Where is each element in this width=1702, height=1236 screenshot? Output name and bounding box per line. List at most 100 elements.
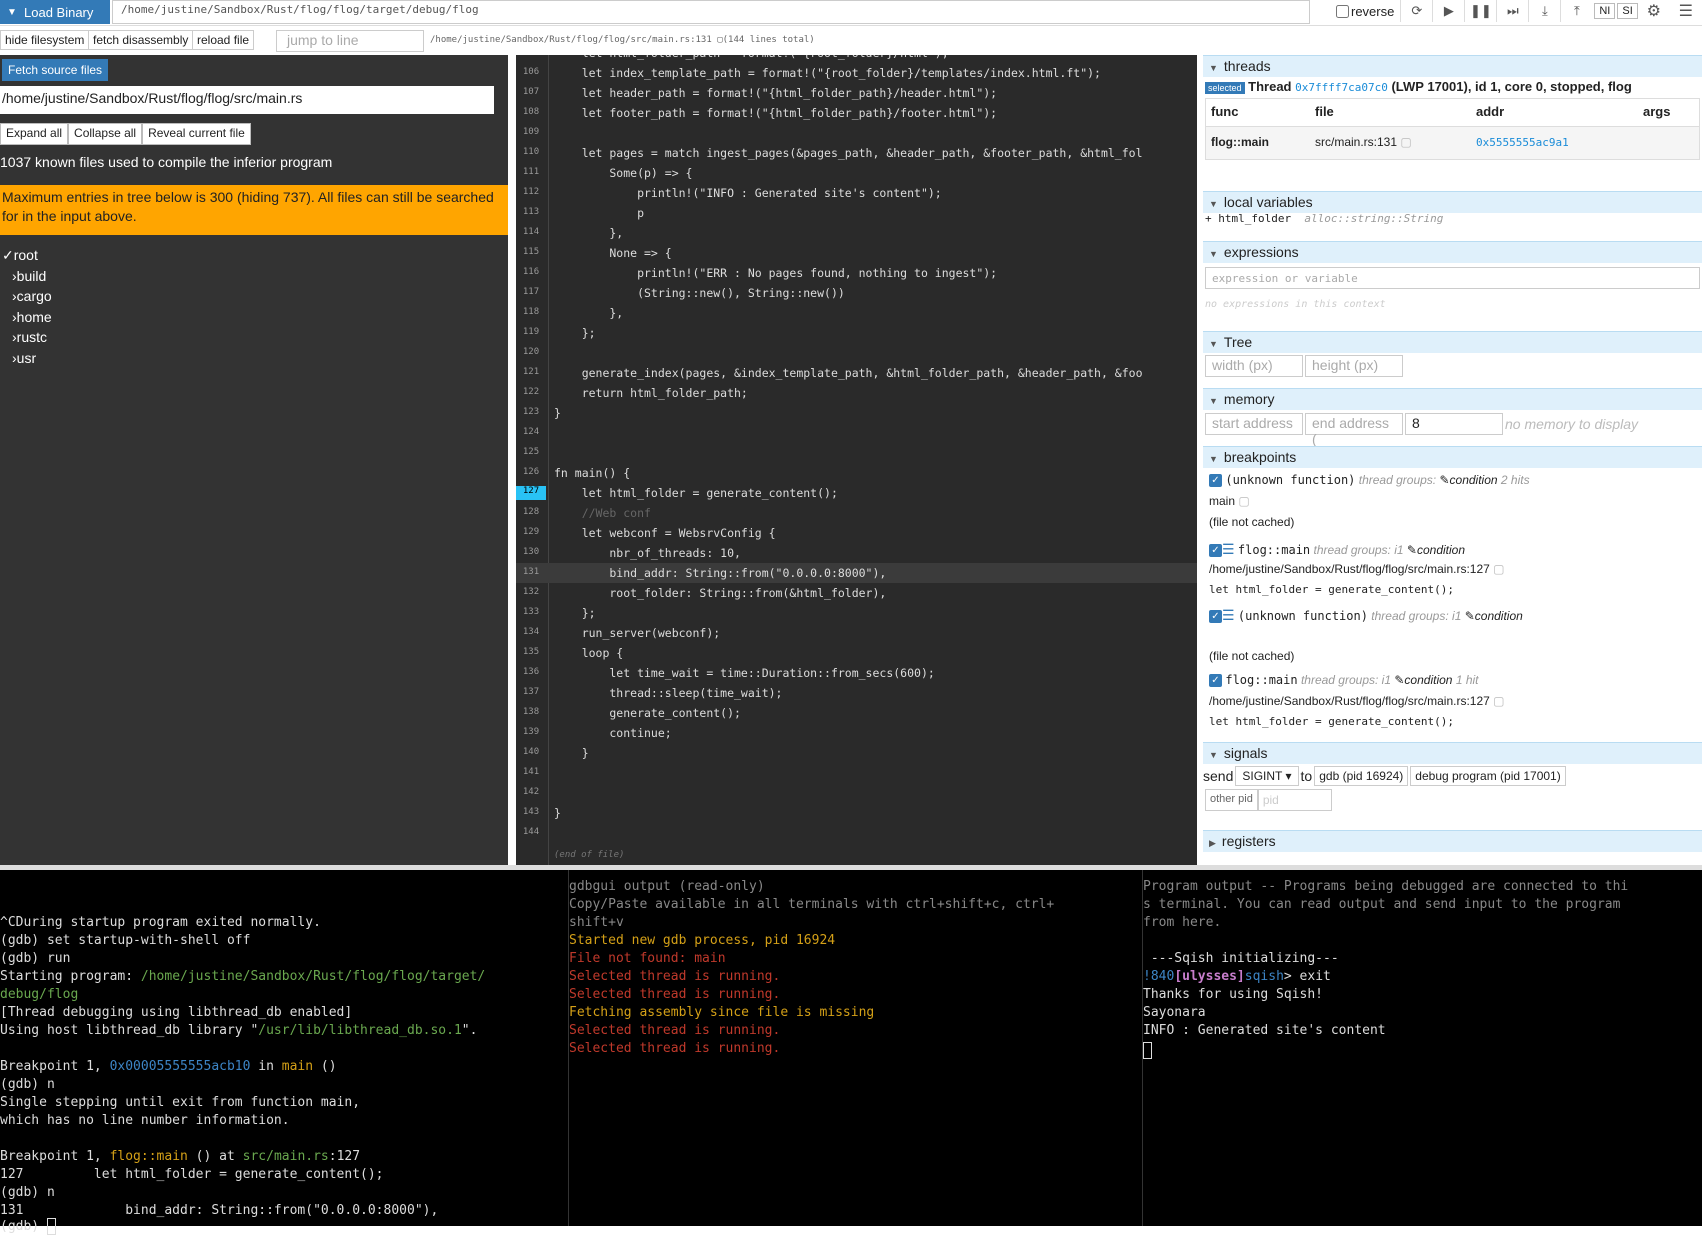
code-line[interactable]: 140 }: [516, 743, 1197, 763]
line-number[interactable]: 118: [516, 307, 546, 317]
code-line[interactable]: 119 };: [516, 323, 1197, 343]
thread-address[interactable]: 0x7ffff7ca07c0: [1295, 81, 1388, 94]
fetch-disassembly-button[interactable]: fetch disassembly: [88, 30, 194, 50]
program-output-terminal[interactable]: Program output -- Programs being debugge…: [1142, 870, 1702, 1226]
tree-width-input[interactable]: width (px): [1205, 355, 1303, 377]
line-number[interactable]: 122: [516, 387, 546, 397]
pause-icon[interactable]: ❚❚: [1464, 0, 1496, 22]
thread-row[interactable]: selected Thread 0x7ffff7ca07c0 (LWP 1700…: [1205, 79, 1632, 94]
caret-down-icon[interactable]: ▼: [0, 7, 24, 18]
code-line[interactable]: 126 fn main() {: [516, 463, 1197, 483]
code-line[interactable]: 128 //Web conf: [516, 503, 1197, 523]
code-line[interactable]: 113 p: [516, 203, 1197, 223]
copy-icon[interactable]: ▢: [1493, 694, 1504, 708]
frame-addr-link[interactable]: 0x5555555ac9a1: [1476, 136, 1569, 149]
line-number[interactable]: 136: [516, 667, 546, 677]
hide-filesystem-button[interactable]: hide filesystem: [0, 30, 90, 50]
breakpoint-item[interactable]: ✓ ☰ (unknown function) thread groups: i1 …: [1209, 607, 1523, 624]
line-number[interactable]: 128: [516, 507, 546, 517]
line-number[interactable]: 106: [516, 67, 546, 77]
breakpoint-condition[interactable]: condition: [1475, 609, 1523, 623]
breakpoint-item[interactable]: ✓ (unknown function) thread groups: ✎con…: [1209, 473, 1530, 488]
checkbox-checked-icon[interactable]: ✓: [1209, 674, 1222, 688]
jump-to-line-input[interactable]: jump to line: [276, 30, 424, 52]
code-line[interactable]: 105 let html_folder_path = format!("{roo…: [516, 55, 1197, 63]
frame-row[interactable]: flog::main src/main.rs:131 ▢ 0x5555555ac…: [1206, 127, 1699, 159]
step-out-icon[interactable]: ⤒: [1560, 0, 1592, 22]
code-line[interactable]: 139 continue;: [516, 723, 1197, 743]
code-line[interactable]: 143}: [516, 803, 1197, 823]
line-number[interactable]: 130: [516, 547, 546, 557]
tree-header[interactable]: ▼ Tree: [1203, 331, 1702, 353]
line-number[interactable]: 131: [516, 567, 546, 577]
line-number[interactable]: 142: [516, 787, 546, 797]
line-number[interactable]: 134: [516, 627, 546, 637]
reveal-current-file-button[interactable]: Reveal current file: [142, 123, 251, 145]
line-number[interactable]: 112: [516, 187, 546, 197]
tree-node[interactable]: ›usr: [0, 348, 52, 369]
registers-header[interactable]: ▶ registers: [1203, 830, 1702, 852]
line-number[interactable]: 125: [516, 447, 546, 457]
line-number[interactable]: 143: [516, 807, 546, 817]
code-line[interactable]: 115 None => {: [516, 243, 1197, 263]
collapse-all-button[interactable]: Collapse all: [68, 123, 143, 145]
line-number[interactable]: 124: [516, 427, 546, 437]
menu-icon[interactable]: ☰: [1670, 0, 1702, 22]
memory-end-input[interactable]: end address (: [1305, 413, 1403, 447]
source-file-search-input[interactable]: /home/justine/Sandbox/Rust/flog/flog/src…: [0, 86, 494, 114]
line-number[interactable]: 113: [516, 207, 546, 217]
code-line[interactable]: 137 thread::sleep(time_wait);: [516, 683, 1197, 703]
checkbox-checked-icon[interactable]: ✓: [1209, 610, 1222, 624]
breakpoint-condition[interactable]: condition: [1450, 473, 1498, 487]
tree-node[interactable]: ›cargo: [0, 286, 52, 307]
signals-header[interactable]: ▼ signals: [1203, 742, 1702, 764]
tree-node[interactable]: ›build: [0, 266, 52, 287]
line-number[interactable]: 119: [516, 327, 546, 337]
line-number[interactable]: 132: [516, 587, 546, 597]
line-number[interactable]: 138: [516, 707, 546, 717]
next-icon[interactable]: ⏭: [1496, 0, 1528, 22]
code-line[interactable]: 141: [516, 763, 1197, 783]
tree-node[interactable]: ›home: [0, 307, 52, 328]
code-line[interactable]: 129 let webconf = WebsrvConfig {: [516, 523, 1197, 543]
line-number[interactable]: 105: [516, 55, 546, 57]
local-variables-header[interactable]: ▼ local variables: [1203, 191, 1702, 213]
code-line[interactable]: 108 let footer_path = format!("{html_fol…: [516, 103, 1197, 123]
line-number[interactable]: 107: [516, 87, 546, 97]
copy-icon[interactable]: ▢: [1493, 562, 1504, 576]
copy-icon[interactable]: ▢: [1400, 135, 1411, 149]
reverse-toggle[interactable]: reverse: [1336, 4, 1394, 19]
memory-count-input[interactable]: 8: [1405, 413, 1503, 435]
line-number[interactable]: 133: [516, 607, 546, 617]
send-to-program-button[interactable]: debug program (pid 17001): [1410, 766, 1566, 786]
ni-button[interactable]: NI: [1594, 3, 1616, 19]
line-number[interactable]: 115: [516, 247, 546, 257]
code-line[interactable]: 127 let html_folder = generate_content()…: [516, 483, 1197, 503]
line-number[interactable]: 117: [516, 287, 546, 297]
signal-select[interactable]: SIGINT ▾: [1235, 766, 1299, 786]
breakpoint-item[interactable]: ✓ ☰ flog::main thread groups: i1 ✎conditi…: [1209, 541, 1465, 558]
code-line[interactable]: 114 },: [516, 223, 1197, 243]
line-number[interactable]: 139: [516, 727, 546, 737]
code-line[interactable]: 121 generate_index(pages, &index_templat…: [516, 363, 1197, 383]
code-line[interactable]: 120: [516, 343, 1197, 363]
code-line[interactable]: 106 let index_template_path = format!("{…: [516, 63, 1197, 83]
tree-node[interactable]: ›rustc: [0, 327, 52, 348]
breakpoints-header[interactable]: ▼ breakpoints: [1203, 446, 1702, 468]
step-into-icon[interactable]: ⤓: [1528, 0, 1560, 22]
code-line[interactable]: 132 root_folder: String::from(&html_fold…: [516, 583, 1197, 603]
code-line[interactable]: 133 };: [516, 603, 1197, 623]
code-line[interactable]: 130 nbr_of_threads: 10,: [516, 543, 1197, 563]
restart-icon[interactable]: ⟳: [1400, 0, 1432, 22]
binary-path-input[interactable]: /home/justine/Sandbox/Rust/flog/flog/tar…: [112, 0, 1310, 24]
line-number[interactable]: 127: [516, 486, 546, 500]
code-line[interactable]: 112 println!("INFO : Generated site's co…: [516, 183, 1197, 203]
local-variable-row[interactable]: + html_folder alloc::string::String: [1205, 212, 1443, 225]
breakpoint-item[interactable]: ✓ flog::main thread groups: i1 ✎conditio…: [1209, 673, 1479, 688]
line-number[interactable]: 129: [516, 527, 546, 537]
code-line[interactable]: 111 Some(p) => {: [516, 163, 1197, 183]
code-line[interactable]: 138 generate_content();: [516, 703, 1197, 723]
line-number[interactable]: 109: [516, 127, 546, 137]
threads-header[interactable]: ▼ threads: [1203, 55, 1702, 77]
pid-input[interactable]: pid: [1257, 789, 1332, 811]
